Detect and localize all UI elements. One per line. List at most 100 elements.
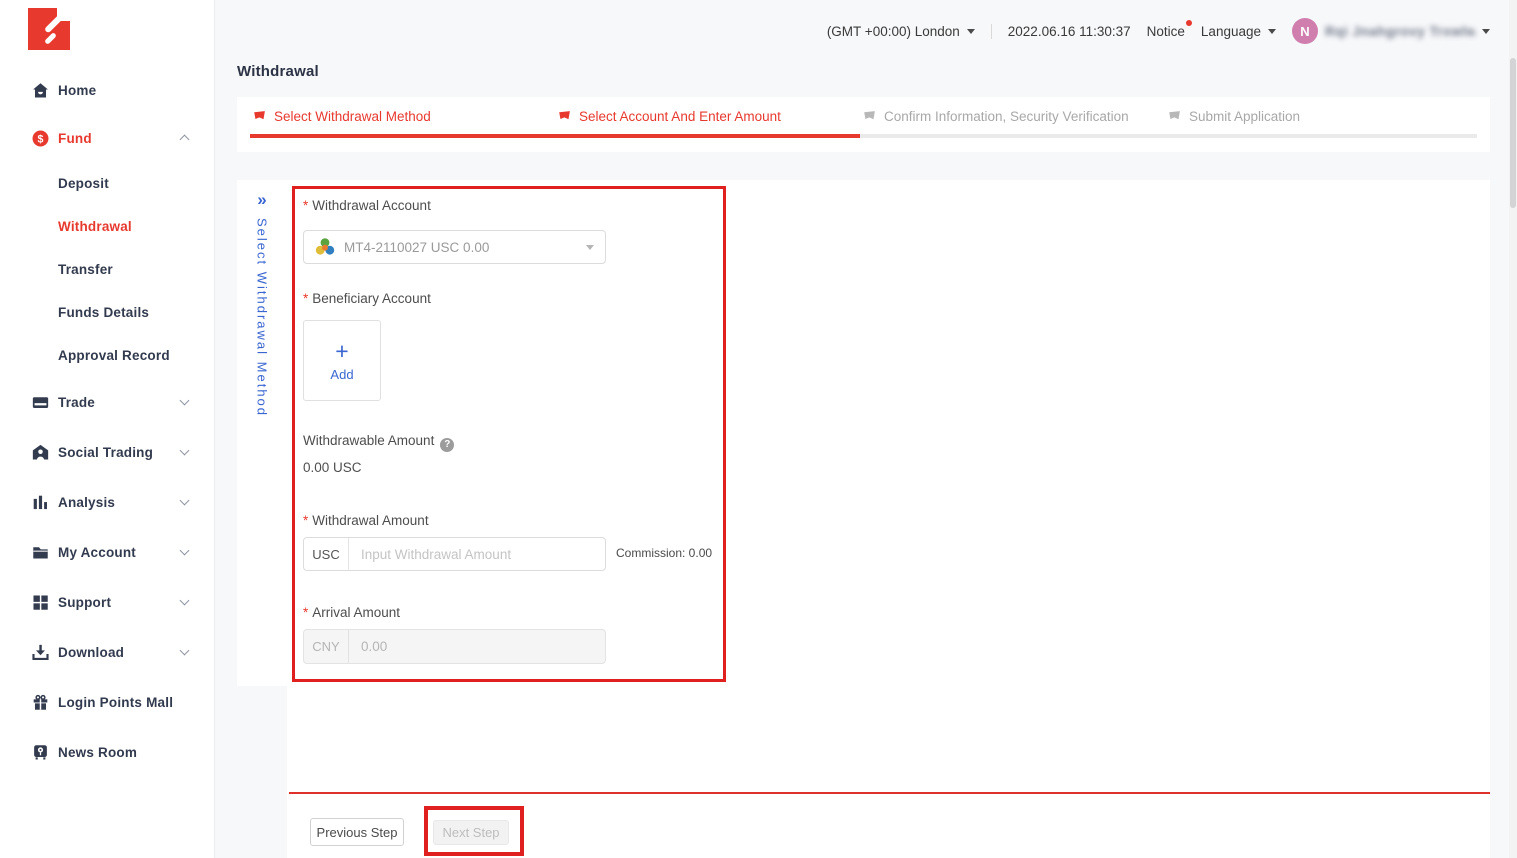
flag-icon [558, 110, 571, 123]
chevron-down-icon [180, 596, 190, 606]
sidebar-item-label: Support [58, 595, 111, 610]
currency-prefix: USC [304, 538, 349, 570]
step-label: Submit Application [1189, 109, 1300, 124]
sidebar-nav: Home $ Fund Deposit Withdrawal Transfer … [0, 66, 214, 777]
withdrawal-amount-field: USC [303, 537, 606, 571]
sidebar-item-label: Download [58, 645, 124, 660]
user-menu[interactable]: N Rqi Jnahgrovy Trxwlwy [1292, 18, 1490, 44]
withdrawal-amount-input[interactable] [349, 538, 605, 570]
sidebar-item-label: Home [58, 83, 96, 98]
withdrawal-form-card: *Withdrawal Account MT4-2110027 USC 0.00… [287, 180, 1490, 858]
caret-down-icon [1268, 29, 1276, 34]
notice-link[interactable]: Notice [1147, 24, 1185, 39]
sidebar-item-label: Approval Record [58, 348, 170, 363]
sidebar-item-withdrawal[interactable]: Withdrawal [0, 205, 214, 248]
withdrawable-amount-value: 0.00 USC [303, 460, 362, 475]
sidebar-item-label: Fund [58, 131, 92, 146]
arrival-amount-input [349, 630, 605, 663]
step-label: Confirm Information, Security Verificati… [884, 109, 1129, 124]
required-marker: * [303, 291, 308, 306]
sidebar-item-label: Trade [58, 395, 95, 410]
next-step-button[interactable]: Next Step [433, 820, 509, 845]
double-chevron-icon[interactable]: » [237, 190, 287, 210]
sidebar-item-my-account[interactable]: My Account [0, 527, 214, 577]
sidebar-item-label: Analysis [58, 495, 115, 510]
withdrawal-page: Home $ Fund Deposit Withdrawal Transfer … [0, 0, 1517, 858]
footer-divider [289, 792, 1490, 794]
scrollbar-thumb[interactable] [1510, 58, 1516, 208]
commission-label: Commission: 0.00 [616, 546, 712, 560]
home-icon [32, 82, 49, 99]
page-scrollbar[interactable] [1509, 0, 1517, 858]
trade-icon [32, 394, 49, 411]
previous-step-button[interactable]: Previous Step [310, 818, 404, 846]
chevron-up-icon [180, 135, 190, 145]
timezone-label: (GMT +00:00) London [827, 24, 960, 39]
chevron-down-icon [180, 546, 190, 556]
folder-icon [32, 544, 49, 561]
sidebar-item-transfer[interactable]: Transfer [0, 248, 214, 291]
step-select-account[interactable]: Select Account And Enter Amount [558, 109, 863, 124]
brand-logo[interactable] [28, 8, 70, 50]
sidebar-item-label: Deposit [58, 176, 109, 191]
sidebar-item-analysis[interactable]: Analysis [0, 477, 214, 527]
sidebar-item-fund[interactable]: $ Fund [0, 114, 214, 162]
grid-icon [32, 594, 49, 611]
username-blurred: Rqi Jnahgrovy Trxwlwy [1325, 24, 1475, 39]
sidebar-item-deposit[interactable]: Deposit [0, 162, 214, 205]
gift-icon [32, 694, 49, 711]
step-label: Select Account And Enter Amount [579, 109, 781, 124]
divider [991, 24, 992, 39]
page-title: Withdrawal [237, 63, 319, 80]
sidebar-item-login-points-mall[interactable]: Login Points Mall [0, 677, 214, 727]
language-selector[interactable]: Language [1201, 24, 1276, 39]
social-trading-icon [32, 444, 49, 461]
collapse-panel-label: Select Withdrawal Method [255, 218, 270, 417]
collapse-panel[interactable]: » Select Withdrawal Method [237, 180, 287, 686]
step-progress-bar: Select Withdrawal Method Select Account … [237, 97, 1490, 152]
flag-icon [253, 110, 266, 123]
sidebar-item-label: My Account [58, 545, 136, 560]
timezone-selector[interactable]: (GMT +00:00) London [827, 24, 975, 39]
beneficiary-account-label: *Beneficiary Account [303, 291, 431, 306]
currency-prefix: CNY [304, 630, 349, 663]
sidebar-item-support[interactable]: Support [0, 577, 214, 627]
sidebar-item-label: Withdrawal [58, 219, 132, 234]
download-icon [32, 644, 49, 661]
sidebar-item-news-room[interactable]: News Room [0, 727, 214, 777]
arrival-amount-label: *Arrival Amount [303, 605, 400, 620]
mt4-logo-icon [315, 237, 335, 257]
sidebar-item-label: Funds Details [58, 305, 149, 320]
sidebar-item-funds-details[interactable]: Funds Details [0, 291, 214, 334]
sidebar-item-social-trading[interactable]: Social Trading [0, 427, 214, 477]
news-room-icon [32, 744, 49, 761]
step-select-withdrawal-method[interactable]: Select Withdrawal Method [253, 109, 558, 124]
chevron-down-icon [180, 396, 190, 406]
required-marker: * [303, 605, 308, 620]
arrival-amount-field: CNY [303, 629, 606, 664]
logo-slash-icon [44, 14, 63, 33]
language-label: Language [1201, 24, 1261, 39]
plus-icon: + [335, 340, 348, 363]
withdrawal-account-select[interactable]: MT4-2110027 USC 0.00 [303, 230, 606, 264]
sidebar-item-label: Transfer [58, 262, 113, 277]
svg-text:$: $ [38, 133, 44, 145]
step-track-progress [250, 134, 860, 138]
sidebar-item-label: Social Trading [58, 445, 153, 460]
avatar: N [1292, 18, 1318, 44]
required-marker: * [303, 198, 308, 213]
sidebar-item-home[interactable]: Home [0, 66, 214, 114]
sidebar-item-label: Login Points Mall [58, 695, 173, 710]
chevron-down-icon [180, 646, 190, 656]
datetime-label: 2022.06.16 11:30:37 [1008, 24, 1131, 39]
step-label: Select Withdrawal Method [274, 109, 431, 124]
sidebar-item-approval-record[interactable]: Approval Record [0, 334, 214, 377]
caret-down-icon [967, 29, 975, 34]
flag-icon [1168, 110, 1181, 123]
add-beneficiary-button[interactable]: + Add [303, 320, 381, 401]
sidebar-item-trade[interactable]: Trade [0, 377, 214, 427]
caret-down-icon [586, 245, 594, 250]
help-icon[interactable]: ? [440, 438, 454, 452]
sidebar-item-download[interactable]: Download [0, 627, 214, 677]
chevron-down-icon [180, 496, 190, 506]
